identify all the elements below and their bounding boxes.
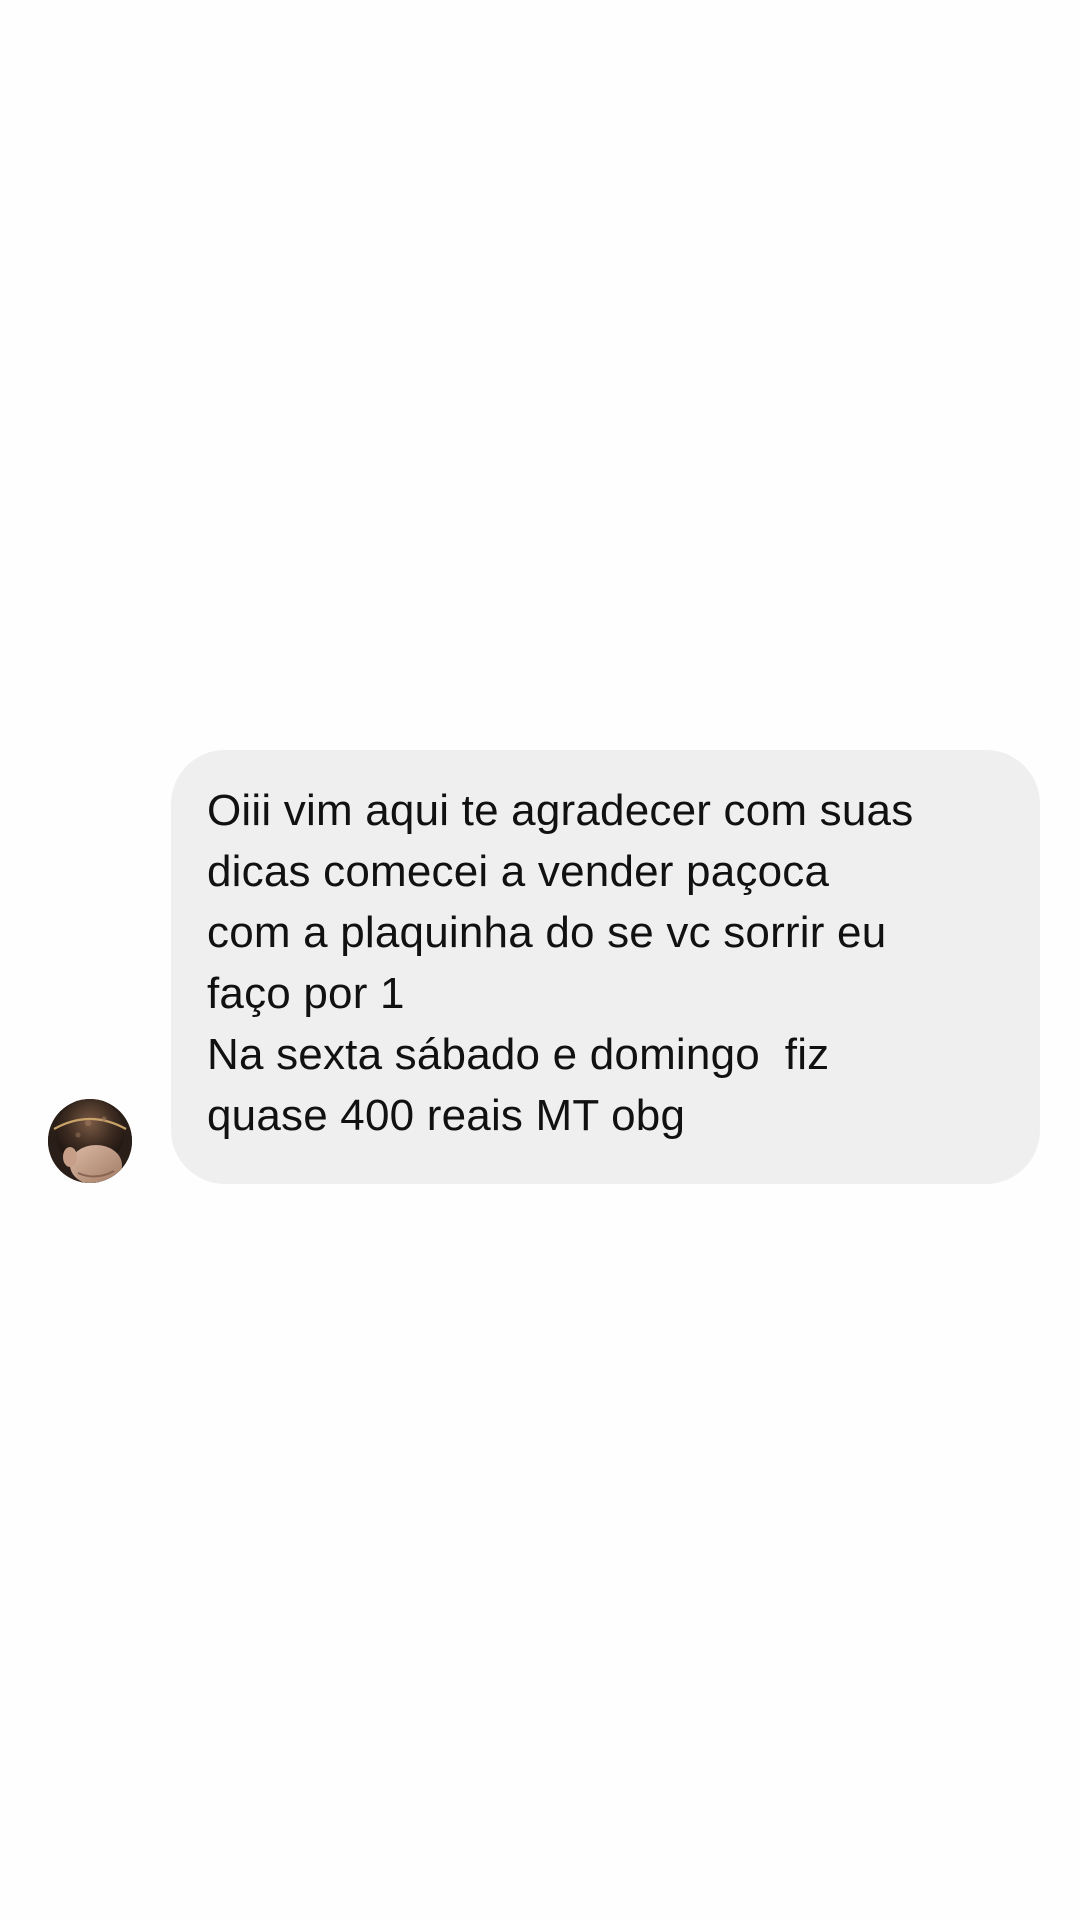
message-text-line: dicas comecei a vender paçoca xyxy=(207,847,830,896)
user-avatar-photo-icon xyxy=(48,1099,132,1183)
incoming-message-row: Oiii vim aqui te agradecer com suas dica… xyxy=(48,750,1040,1184)
message-text-line: com a plaquinha do se vc sorrir eu xyxy=(207,908,887,957)
message-text-line: Na sexta sábado e domingo fiz xyxy=(207,1030,830,1079)
message-bubble[interactable]: Oiii vim aqui te agradecer com suas dica… xyxy=(171,750,1040,1184)
message-thread[interactable]: Oiii vim aqui te agradecer com suas dica… xyxy=(0,0,1080,1920)
message-text-line: faço por 1 xyxy=(207,969,405,1018)
chat-screen: Oiii vim aqui te agradecer com suas dica… xyxy=(0,0,1080,1920)
message-text-line: Oiii vim aqui te agradecer com suas xyxy=(207,786,914,835)
sender-avatar[interactable] xyxy=(48,1099,132,1183)
message-text-line: quase 400 reais MT obg xyxy=(207,1091,686,1140)
